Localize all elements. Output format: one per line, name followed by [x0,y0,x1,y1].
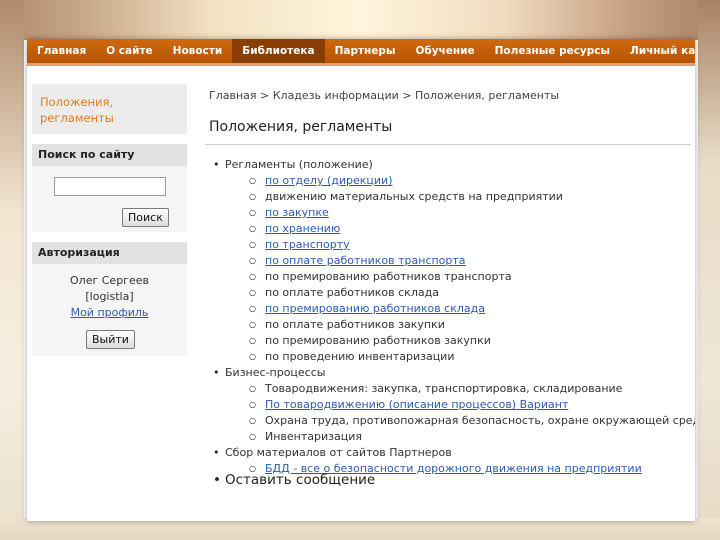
doc-link[interactable]: По товародвижению (описание процессов) В… [265,398,568,411]
profile-link-row: Мой профиль [32,306,187,319]
doc-item: по оплате работников закупки [265,318,445,331]
doc-link[interactable]: по хранению [265,222,340,235]
doc-link[interactable]: по отделу (дирекции) [265,174,392,187]
doc-link[interactable]: по транспорту [265,238,350,251]
sidebar: Положения, регламенты Поиск по сайту Пои… [32,84,187,356]
leave-message-link[interactable]: Оставить сообщение [209,472,375,488]
title-divider [205,144,691,145]
search-button[interactable]: Поиск [122,208,169,227]
section-partner-materials: Сбор материалов от сайтов Партнеров [209,445,695,461]
main-content: Главная > Кладезь информации > Положения… [205,89,695,488]
user-name: Олег Сергеев [70,274,149,287]
nav-item-library[interactable]: Библиотека [232,39,325,63]
search-panel: Поиск [32,166,187,232]
profile-link[interactable]: Мой профиль [71,306,149,319]
website-screenshot: Главная О сайте Новости Библиотека Партн… [27,39,695,521]
breadcrumb: Главная > Кладезь информации > Положения… [209,89,560,102]
doc-link[interactable]: по оплате работников транспорта [265,254,466,267]
doc-link[interactable]: по закупке [265,206,329,219]
nav-divider [27,63,695,66]
nav-item-resources[interactable]: Полезные ресурсы [485,39,620,63]
doc-link[interactable]: по премированию работников склада [265,302,485,315]
search-input[interactable] [54,177,166,196]
logout-button[interactable]: Выйти [86,330,135,349]
doc-item: движению материальных средств на предпри… [265,190,563,203]
doc-item: по премированию работников транспорта [265,270,512,283]
doc-item: по оплате работников склада [265,286,439,299]
nav-item-cabinet[interactable]: Личный кабинет [620,39,695,63]
nav-item-home[interactable]: Главная [27,39,96,63]
doc-item: по премированию работников закупки [265,334,491,347]
doc-item: Охрана труда, противопожарная безопаснос… [265,414,695,427]
nav-item-news[interactable]: Новости [163,39,233,63]
background-frame-bottom [0,518,720,540]
auth-panel: Олег Сергеев [logistla] Мой профиль Выйт… [32,264,187,356]
document-tree: Регламенты (положение) по отделу (дирекц… [209,157,695,477]
background-frame-right [698,0,720,540]
doc-item: по проведению инвентаризации [265,350,455,363]
page-title: Положения, регламенты [209,119,393,135]
doc-item: Инвентаризация [265,430,362,443]
nav-item-training[interactable]: Обучение [405,39,484,63]
background-frame-top [0,0,720,40]
user-login: [logistla] [85,290,134,303]
sidebar-section-title[interactable]: Положения, регламенты [32,84,187,134]
doc-item: Товародвижения: закупка, транспортировка… [265,382,623,395]
section-regulations: Регламенты (положение) [209,157,695,173]
search-heading: Поиск по сайту [32,144,187,166]
main-nav: Главная О сайте Новости Библиотека Партн… [27,39,695,63]
auth-heading: Авторизация [32,242,187,264]
background-frame-left [0,0,24,540]
nav-item-partners[interactable]: Партнеры [325,39,406,63]
nav-item-about[interactable]: О сайте [96,39,162,63]
section-business-processes: Бизнес-процессы [209,365,695,381]
